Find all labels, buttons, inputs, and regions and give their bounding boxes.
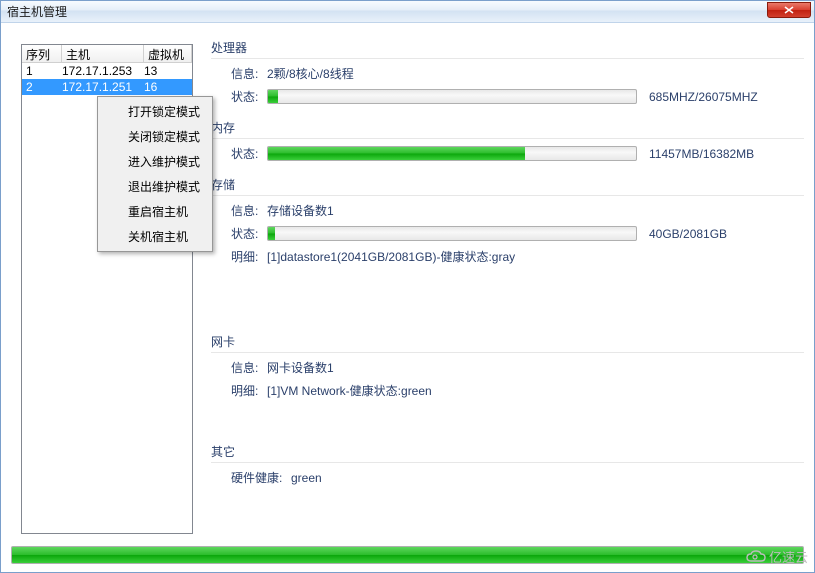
hw-label: 硬件健康: xyxy=(231,469,291,486)
storage-progress xyxy=(267,226,637,241)
cpu-title: 处理器 xyxy=(211,39,804,56)
menu-maint-exit[interactable]: 退出维护模式 xyxy=(100,174,210,199)
window-title: 宿主机管理 xyxy=(7,3,67,20)
separator xyxy=(211,195,804,196)
separator xyxy=(211,58,804,59)
cpu-info-label: 信息: xyxy=(231,65,267,82)
separator xyxy=(211,352,804,353)
watermark-text: 亿速云 xyxy=(769,547,808,566)
cpu-status-text: 685MHZ/26075MHZ xyxy=(649,90,758,104)
context-menu: 打开锁定模式 关闭锁定模式 进入维护模式 退出维护模式 重启宿主机 关机宿主机 xyxy=(97,96,213,252)
titlebar: 宿主机管理 xyxy=(1,1,814,23)
hw-value: green xyxy=(291,471,322,485)
nic-detail-label: 明细: xyxy=(231,382,267,399)
cpu-info-value: 2颗/8核心/8线程 xyxy=(267,65,354,82)
bottom-progress xyxy=(11,546,804,564)
col-seq[interactable]: 序列 xyxy=(22,45,62,62)
nic-detail-value: [1]VM Network-健康状态:green xyxy=(267,382,432,399)
storage-section: 存储 信息: 存储设备数1 状态: 40GB/2081GB 明细: [1]dat… xyxy=(211,176,804,265)
mem-section: 内存 状态: 11457MB/16382MB xyxy=(211,119,804,162)
other-section: 其它 硬件健康: green xyxy=(211,443,804,486)
cell-vm: 13 xyxy=(144,64,192,78)
menu-reboot[interactable]: 重启宿主机 xyxy=(100,199,210,224)
content-area: 序列 主机 虚拟机 1 172.17.1.253 13 2 172.17.1.2… xyxy=(11,31,804,532)
details-panel: 处理器 信息: 2颗/8核心/8线程 状态: 685MHZ/26075MHZ 内… xyxy=(211,39,804,532)
other-title: 其它 xyxy=(211,443,804,460)
nic-section: 网卡 信息: 网卡设备数1 明细: [1]VM Network-健康状态:gre… xyxy=(211,333,804,399)
storage-info-label: 信息: xyxy=(231,202,267,219)
cpu-section: 处理器 信息: 2颗/8核心/8线程 状态: 685MHZ/26075MHZ xyxy=(211,39,804,105)
nic-title: 网卡 xyxy=(211,333,804,350)
cell-vm: 16 xyxy=(144,80,192,94)
menu-shutdown[interactable]: 关机宿主机 xyxy=(100,224,210,249)
cpu-status-label: 状态: xyxy=(231,88,267,105)
col-host[interactable]: 主机 xyxy=(62,45,144,62)
cell-host: 172.17.1.253 xyxy=(62,64,144,78)
menu-maint-enter[interactable]: 进入维护模式 xyxy=(100,149,210,174)
table-header: 序列 主机 虚拟机 xyxy=(22,45,192,63)
cell-seq: 1 xyxy=(22,64,62,78)
table-row[interactable]: 2 172.17.1.251 16 xyxy=(22,79,192,95)
nic-info-value: 网卡设备数1 xyxy=(267,359,334,376)
host-management-window: 宿主机管理 序列 主机 虚拟机 1 172.17.1.253 13 2 172.… xyxy=(0,0,815,573)
storage-status-text: 40GB/2081GB xyxy=(649,227,727,241)
host-table: 序列 主机 虚拟机 1 172.17.1.253 13 2 172.17.1.2… xyxy=(21,44,193,534)
mem-title: 内存 xyxy=(211,119,804,136)
mem-status-label: 状态: xyxy=(231,145,267,162)
storage-detail-value: [1]datastore1(2041GB/2081GB)-健康状态:gray xyxy=(267,248,515,265)
close-button[interactable] xyxy=(767,2,811,18)
watermark: 亿速云 xyxy=(745,547,808,566)
mem-progress xyxy=(267,146,637,161)
table-row[interactable]: 1 172.17.1.253 13 xyxy=(22,63,192,79)
storage-detail-label: 明细: xyxy=(231,248,267,265)
menu-lock-on[interactable]: 打开锁定模式 xyxy=(100,99,210,124)
nic-info-label: 信息: xyxy=(231,359,267,376)
col-vm[interactable]: 虚拟机 xyxy=(144,45,192,62)
storage-info-value: 存储设备数1 xyxy=(267,202,334,219)
cpu-progress xyxy=(267,89,637,104)
storage-status-label: 状态: xyxy=(231,225,267,242)
menu-lock-off[interactable]: 关闭锁定模式 xyxy=(100,124,210,149)
separator xyxy=(211,138,804,139)
cell-host: 172.17.1.251 xyxy=(62,80,144,94)
separator xyxy=(211,462,804,463)
storage-title: 存储 xyxy=(211,176,804,193)
cell-seq: 2 xyxy=(22,80,62,94)
mem-status-text: 11457MB/16382MB xyxy=(649,147,754,161)
